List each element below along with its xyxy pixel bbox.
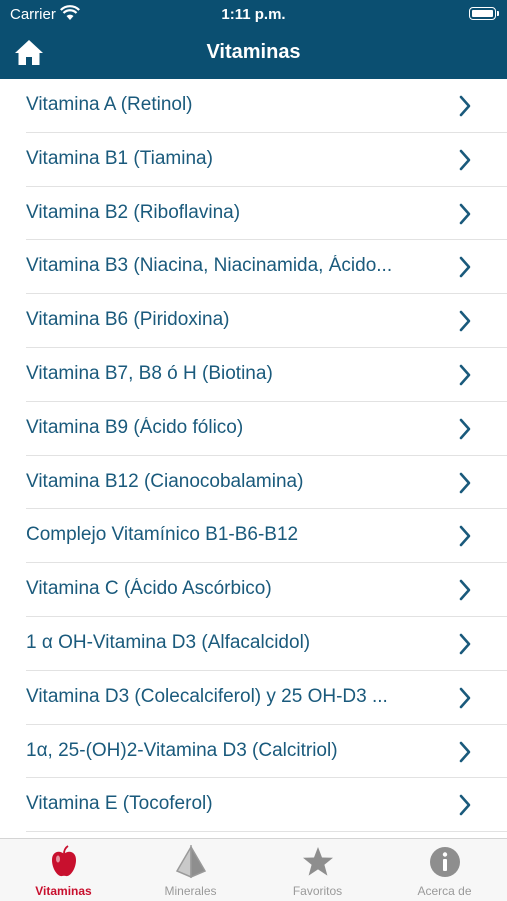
list-item[interactable]: Vitamina B6 (Piridoxina) (0, 294, 507, 348)
list-item[interactable]: Vitamina E (Tocoferol) (0, 778, 507, 832)
list-item-label: Vitamina B3 (Niacina, Niacinamida, Ácido… (26, 255, 393, 277)
apple-icon (52, 845, 76, 877)
tab-label: Minerales (164, 884, 217, 898)
list-item-label: Vitamina B1 (Tiamina) (26, 147, 213, 169)
tab-vitaminas[interactable]: Vitaminas (0, 839, 127, 901)
chevron-right-icon (459, 364, 471, 386)
list-item-label: 1α, 25-(OH)2-Vitamina D3 (Calcitriol) (26, 739, 338, 761)
tab-favoritos[interactable]: Favoritos (254, 839, 381, 901)
tab-label: Vitaminas (35, 884, 92, 898)
list-item[interactable]: Vitamina B7, B8 ó H (Biotina) (0, 348, 507, 402)
top-bar: Carrier 1:11 p.m. Vitaminas (0, 0, 507, 79)
star-icon (303, 847, 333, 876)
tab-label: Acerca de (417, 884, 472, 898)
page-title: Vitaminas (206, 41, 301, 63)
tab-bar: Vitaminas Minerales Favoritos Acerca de (0, 838, 507, 901)
list-item-label: Vitamina E (Tocoferol) (26, 793, 213, 815)
list-item-label: Vitamina A (Retinol) (26, 94, 193, 115)
chevron-right-icon (459, 741, 471, 762)
list-item-label: Vitamina B7, B8 ó H (Biotina) (26, 362, 273, 384)
list-item[interactable]: Vitamina B1 (Tiamina) (0, 133, 507, 187)
chevron-right-icon (459, 633, 471, 655)
list-item[interactable]: Vitamina D3 (Colecalciferol) y 25 OH-D3 … (0, 671, 507, 725)
chevron-right-icon (459, 687, 471, 709)
tab-minerales[interactable]: Minerales (127, 839, 254, 901)
list-item-label: Vitamina C (Ácido Ascórbico) (26, 578, 272, 600)
list-item-label: Vitamina D3 (Colecalciferol) y 25 OH-D3 … (26, 685, 388, 707)
chevron-right-icon (459, 526, 471, 547)
chevron-right-icon (459, 257, 471, 278)
battery-icon (469, 7, 496, 20)
list-item[interactable]: 1α, 25-(OH)2-Vitamina D3 (Calcitriol) (0, 725, 507, 779)
list-item-label: 1 α OH-Vitamina D3 (Alfacalcidol) (26, 631, 311, 653)
chevron-right-icon (459, 203, 471, 224)
list-item[interactable]: Vitamina B9 (Ácido fólico) (0, 402, 507, 456)
info-icon (430, 847, 460, 877)
vitamin-list: Vitamina A (Retinol) Vitamina B1 (Tiamina… (0, 79, 507, 832)
list-item-label: Vitamina B6 (Piridoxina) (26, 309, 230, 331)
pyramid-icon (175, 845, 207, 879)
status-time: 1:11 p.m. (221, 6, 286, 23)
list-item-label: Complejo Vitamínico B1-B6-B12 (26, 524, 299, 546)
tab-label: Favoritos (292, 884, 343, 898)
list-item[interactable]: Vitamina B3 (Niacina, Niacinamida, Ácido… (0, 240, 507, 294)
chevron-right-icon (459, 472, 471, 493)
list-item-label: Vitamina B9 (Ácido fólico) (26, 416, 244, 438)
chevron-right-icon (459, 95, 471, 117)
list-item-label: Vitamina B12 (Cianocobalamina) (26, 470, 304, 492)
list-item[interactable]: Vitamina C (Ácido Ascórbico) (0, 563, 507, 617)
list-item[interactable]: Vitamina A (Retinol) (0, 79, 507, 133)
chevron-right-icon (459, 310, 471, 332)
chevron-right-icon (459, 149, 471, 171)
chevron-right-icon (459, 795, 471, 816)
list-item[interactable]: Vitamina B2 (Riboflavina) (0, 187, 507, 241)
status-bar: Carrier 1:11 p.m. (0, 0, 507, 28)
chevron-right-icon (459, 579, 471, 601)
list-item[interactable]: 1 α OH-Vitamina D3 (Alfacalcidol) (0, 617, 507, 671)
list-item-label: Vitamina B2 (Riboflavina) (26, 201, 241, 223)
list-item[interactable]: Vitamina B12 (Cianocobalamina) (0, 456, 507, 510)
nav-bar: Vitaminas (0, 28, 507, 79)
chevron-right-icon (459, 418, 471, 440)
tab-acerca-de[interactable]: Acerca de (381, 839, 507, 901)
battery-cap (497, 11, 499, 16)
list-item[interactable]: Complejo Vitamínico B1-B6-B12 (0, 509, 507, 563)
